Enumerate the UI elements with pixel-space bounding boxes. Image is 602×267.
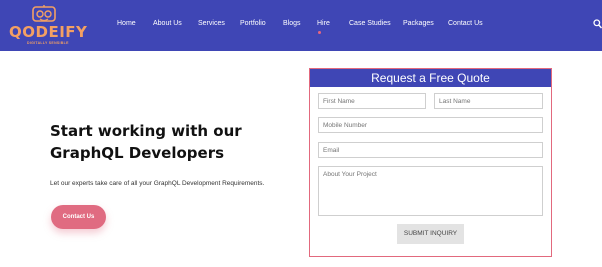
brand-wordmark: QODEIFY: [9, 23, 88, 41]
top-navbar: QODEIFY DIGITALLY SENSIBLE Home About Us…: [0, 0, 602, 51]
nav-item-contact-us[interactable]: Contact Us: [448, 19, 483, 29]
nav-item-services[interactable]: Services: [198, 19, 225, 29]
brand-logo[interactable]: QODEIFY DIGITALLY SENSIBLE: [9, 5, 89, 47]
brand-tagline: DIGITALLY SENSIBLE: [27, 41, 69, 45]
nav-item-packages[interactable]: Packages: [403, 19, 434, 29]
submit-inquiry-button[interactable]: SUBMIT INQUIRY: [397, 224, 464, 244]
robot-logo-icon: [32, 5, 56, 22]
nav-item-case-studies[interactable]: Case Studies: [349, 19, 391, 29]
nav-item-hire[interactable]: Hire: [317, 19, 330, 29]
nav-item-blogs[interactable]: Blogs: [283, 19, 301, 29]
first-name-field[interactable]: [318, 93, 426, 109]
search-icon[interactable]: [593, 19, 602, 29]
nav-item-about-us[interactable]: About Us: [153, 19, 182, 29]
nav-item-home[interactable]: Home: [117, 19, 136, 29]
hero-title: Start working with our GraphQL Developer…: [50, 122, 242, 162]
quote-form-heading: Request a Free Quote: [310, 69, 551, 87]
mobile-number-field[interactable]: [318, 117, 543, 133]
active-nav-indicator: [318, 31, 321, 34]
quote-form: Request a Free Quote SUBMIT INQUIRY: [309, 68, 552, 257]
nav-item-portfolio[interactable]: Portfolio: [240, 19, 266, 29]
email-field[interactable]: [318, 142, 543, 158]
project-description-field[interactable]: [318, 166, 543, 216]
contact-us-button[interactable]: Contact Us: [51, 205, 106, 229]
last-name-field[interactable]: [434, 93, 543, 109]
hero-description: Let our experts take care of all your Gr…: [50, 180, 265, 187]
